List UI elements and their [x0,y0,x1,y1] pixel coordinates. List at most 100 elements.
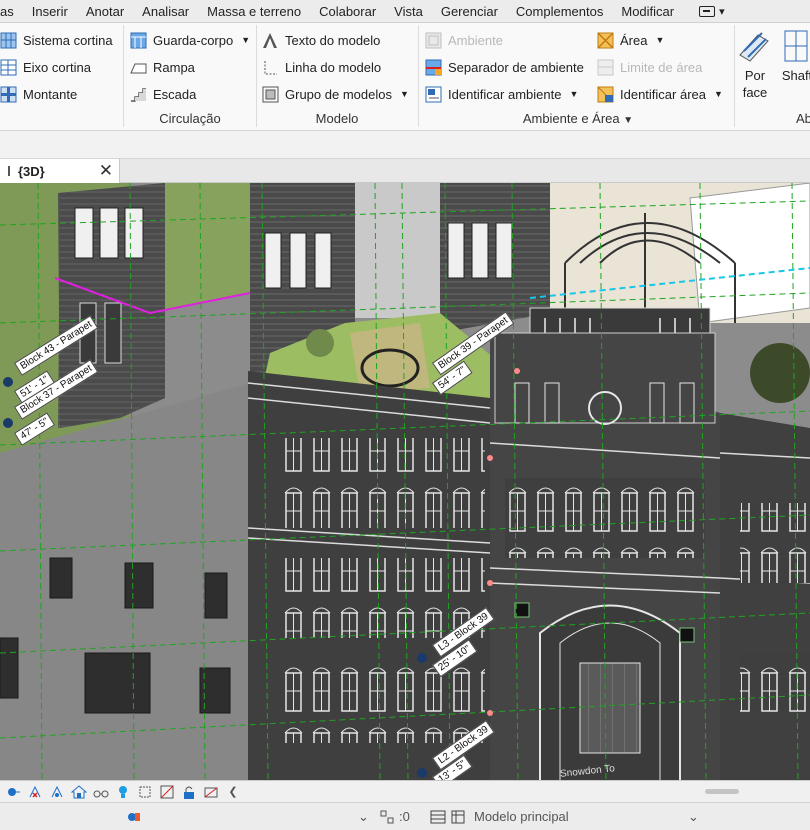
chevron-down-icon[interactable]: ⌄ [358,809,369,825]
tag-area-button[interactable]: Identificar área ▼ [597,84,723,104]
by-face-button[interactable]: Por face [738,29,772,101]
ribbon-display-dropdown[interactable]: ▾ [699,5,725,18]
home-icon[interactable] [68,783,90,801]
ramp-button[interactable]: Rampa [130,57,195,77]
worksharing-monitor[interactable]: :0 [380,809,410,824]
menu-complementos[interactable]: Complementos [507,4,612,19]
room-separator-button[interactable]: Separador de ambiente [425,57,584,77]
menu-inserir[interactable]: Inserir [23,4,77,19]
chevron-left-icon[interactable]: ❮ [222,783,244,801]
tab-3d-view[interactable]: {3D} ✕ [0,159,120,183]
chevron-down-icon[interactable]: ▼ [714,89,723,99]
design-options-icon[interactable] [126,809,142,825]
close-icon[interactable]: ✕ [99,161,113,181]
curtain-grid-button[interactable]: Eixo cortina [0,57,91,77]
menu-anotar[interactable]: Anotar [77,4,133,19]
menu-modificar[interactable]: Modificar [612,4,683,19]
model-group-label: Grupo de modelos [285,86,392,102]
model-group-icon [262,86,279,103]
model-line-label: Linha do modelo [285,59,382,75]
mullion-button[interactable]: Montante [0,84,77,104]
by-face-icon [738,29,772,67]
crop-view-icon[interactable] [134,783,156,801]
chevron-down-icon: ▾ [719,5,725,18]
menu-arquitetura[interactable]: as [0,4,23,19]
opening-group-label: Ab [796,111,810,126]
glasses-icon[interactable] [90,783,112,801]
railing-label: Guarda-corpo [153,32,234,48]
chevron-down-icon[interactable]: ▼ [655,35,664,45]
stair-icon [130,86,147,103]
curtain-system-button[interactable]: Sistema cortina [0,30,113,50]
options-bar [0,131,810,159]
worksets-icon [430,810,446,823]
area-button[interactable]: Área ▼ [597,30,664,50]
view-tab-title: {3D} [18,163,45,179]
detail-level-icon[interactable] [2,783,24,801]
chevron-down-icon[interactable]: ▼ [569,89,578,99]
curtain-system-icon [0,32,17,49]
horizontal-scrollbar[interactable] [705,789,739,794]
3d-viewport[interactable]: Block 43 - Parapet 51' - 1" Block 37 - P… [0,183,810,780]
area-icon [597,31,614,49]
temporary-isolate-icon[interactable] [46,783,68,801]
area-boundary-button[interactable]: Limite de área [597,57,702,77]
tag-area-icon [597,86,614,103]
ribbon: Sistema cortina Eixo cortina Montante Gu… [0,23,810,131]
tag-room-button[interactable]: Identificar ambiente ▼ [425,84,578,104]
room-separator-icon [425,59,442,76]
view-control-bar: ❮ [0,780,810,802]
hide-elements-icon[interactable] [200,783,222,801]
stair-label: Escada [153,86,197,102]
room-area-group-label[interactable]: Ambiente e Área ▼ [418,111,738,126]
model-line-icon [262,59,279,76]
shaft-label: Shaft [781,68,810,83]
model-text-button[interactable]: Texto do modelo [262,30,380,50]
by-face-label-2: face [742,85,768,100]
menu-bar: as Inserir Anotar Analisar Massa e terre… [0,0,810,23]
crop-region-icon[interactable] [156,783,178,801]
tag-area-label: Identificar área [620,86,706,102]
railing-button[interactable]: Guarda-corpo ▼ [130,30,250,50]
table-icon [451,810,465,823]
menu-analisar[interactable]: Analisar [133,4,198,19]
model-text-icon [262,32,279,49]
status-bar: ⌄ :0 Modelo principal ⌄ [0,802,810,830]
model-group-panel-label: Modelo [315,111,359,126]
stair-button[interactable]: Escada [130,84,196,104]
railing-icon [130,32,147,49]
room-button[interactable]: Ambiente [425,30,503,50]
ribbon-display-icon [699,5,716,17]
lightbulb-icon[interactable] [112,783,134,801]
menu-massa-terreno[interactable]: Massa e terreno [198,4,310,19]
tag-room-label: Identificar ambiente [448,86,562,102]
model-line-button[interactable]: Linha do modelo [262,57,381,77]
chevron-down-icon[interactable]: ⌄ [688,809,699,825]
menu-gerenciar[interactable]: Gerenciar [432,4,507,19]
room-separator-label: Separador de ambiente [448,59,584,75]
curtain-system-label: Sistema cortina [23,32,113,48]
mullion-icon [0,86,17,103]
worksharing-count: :0 [399,809,410,824]
area-boundary-icon [597,59,614,76]
mullion-label: Montante [23,86,78,102]
shaft-icon [780,29,810,67]
reveal-hidden-icon[interactable] [24,783,46,801]
room-icon [425,32,442,49]
ramp-label: Rampa [153,59,195,75]
area-label: Área [620,32,648,48]
model-group-button[interactable]: Grupo de modelos ▼ [262,84,409,104]
worksharing-icon [380,810,394,823]
workset-selector[interactable]: Modelo principal [430,809,569,824]
room-label: Ambiente [448,32,503,48]
menu-colaborar[interactable]: Colaborar [310,4,385,19]
menu-vista[interactable]: Vista [385,4,432,19]
chevron-down-icon[interactable]: ▼ [241,35,250,45]
chevron-down-icon: ▼ [623,115,634,126]
shaft-button[interactable]: Shaft [780,29,810,84]
curtain-grid-icon [0,59,17,76]
chevron-down-icon[interactable]: ▼ [400,89,409,99]
tag-room-icon [425,86,442,103]
unlock-view-icon[interactable] [178,783,200,801]
view-tab-icon [8,166,12,176]
